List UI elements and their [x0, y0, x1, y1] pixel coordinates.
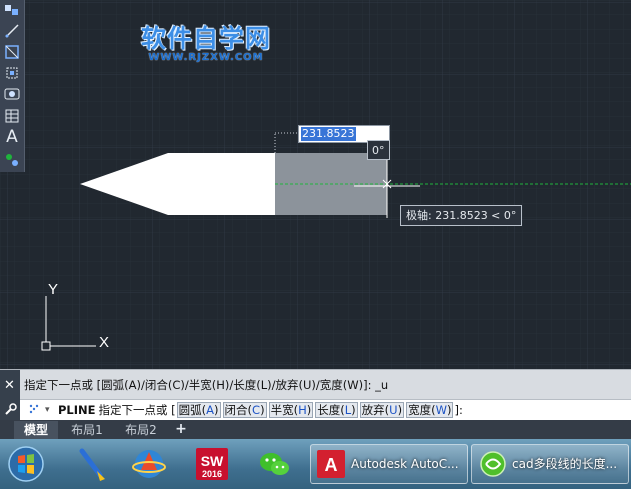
dynamic-angle-input[interactable]: 0°	[367, 140, 390, 160]
command-dots-icon	[29, 404, 39, 414]
line-tool-icon[interactable]	[2, 21, 22, 40]
autocad-title: Autodesk AutoC...	[351, 457, 459, 471]
start-button[interactable]	[6, 443, 46, 485]
command-window: ✕ 指定下一点或 [圆弧(A)/闭合(C)/半宽(H)/长度(L)/放弃(U)/…	[0, 369, 631, 421]
select-window-icon[interactable]	[2, 42, 22, 61]
tool-palette: A	[0, 0, 25, 172]
browser-icon	[480, 451, 506, 477]
option-halfwidth[interactable]: 半宽(H)	[268, 402, 314, 418]
layer-icon[interactable]	[2, 0, 22, 19]
circle-tool-icon[interactable]	[2, 84, 22, 103]
command-history: 指定下一点或 [圆弧(A)/闭合(C)/半宽(H)/长度(L)/放弃(U)/宽度…	[24, 378, 389, 392]
polar-tooltip: 极轴: 231.8523 < 0°	[400, 205, 523, 226]
autocad-icon-letter: A	[325, 455, 338, 475]
ucs-x-label: X	[99, 334, 109, 351]
watermark: 软件自学网 WWW.RJZXW.COM	[131, 24, 281, 64]
tab-layout2[interactable]: 布局2	[116, 421, 166, 439]
watermark-title: 软件自学网	[140, 24, 271, 53]
text-tool-icon[interactable]: A	[2, 128, 22, 147]
taskbar-browser[interactable]: cad多段线的长度...	[471, 444, 629, 484]
table-tool-icon[interactable]	[2, 106, 22, 125]
taskbar: SW 2016 A Autodesk AutoC... cad多段线的长度...	[0, 439, 631, 489]
wrench-icon[interactable]	[4, 403, 17, 419]
ucs-y-label: Y	[48, 281, 58, 298]
option-width[interactable]: 宽度(W)	[406, 402, 454, 418]
command-line[interactable]: ▾ PLINE 指定下一点或 [圆弧(A) 闭合(C) 半宽(H) 长度(L) 放弃(U)…	[20, 399, 631, 420]
add-layout-button[interactable]: +	[172, 422, 190, 437]
command-suffix: ]:	[454, 403, 463, 417]
command-recent-dropdown[interactable]: ▾	[45, 401, 50, 419]
crossing-window-icon[interactable]	[2, 63, 22, 82]
close-icon[interactable]: ✕	[4, 379, 15, 393]
navigator-icon[interactable]	[128, 443, 170, 485]
solidworks-icon[interactable]: SW 2016	[192, 443, 232, 485]
taskbar-autocad[interactable]: A Autodesk AutoC...	[310, 444, 468, 484]
dynamic-length-value: 231.8523	[301, 127, 356, 141]
watermark-url: WWW.RJZXW.COM	[148, 52, 264, 63]
solidworks-badge: SW	[201, 453, 224, 469]
option-undo[interactable]: 放弃(U)	[359, 402, 405, 418]
tab-layout1[interactable]: 布局1	[62, 421, 112, 439]
option-arc[interactable]: 圆弧(A)	[176, 402, 221, 418]
properties-icon[interactable]	[2, 150, 22, 169]
option-close[interactable]: 闭合(C)	[222, 402, 267, 418]
autocad-icon: A	[317, 450, 345, 478]
solidworks-year: 2016	[202, 469, 222, 479]
command-keyword: PLINE	[58, 403, 96, 417]
command-prompt-text: 指定下一点或 [	[98, 403, 176, 417]
tab-model[interactable]: 模型	[14, 421, 58, 439]
command-prompt: PLINE 指定下一点或 [圆弧(A) 闭合(C) 半宽(H) 长度(L) 放弃(U) 宽度…	[58, 401, 463, 419]
paint-brush-icon[interactable]	[70, 443, 112, 485]
command-side-strip: ✕	[0, 370, 20, 421]
option-length[interactable]: 长度(L)	[315, 402, 358, 418]
layout-tabs: 模型 布局1 布局2 +	[0, 420, 631, 439]
wechat-icon[interactable]	[254, 443, 296, 485]
browser-title: cad多段线的长度...	[512, 457, 618, 471]
